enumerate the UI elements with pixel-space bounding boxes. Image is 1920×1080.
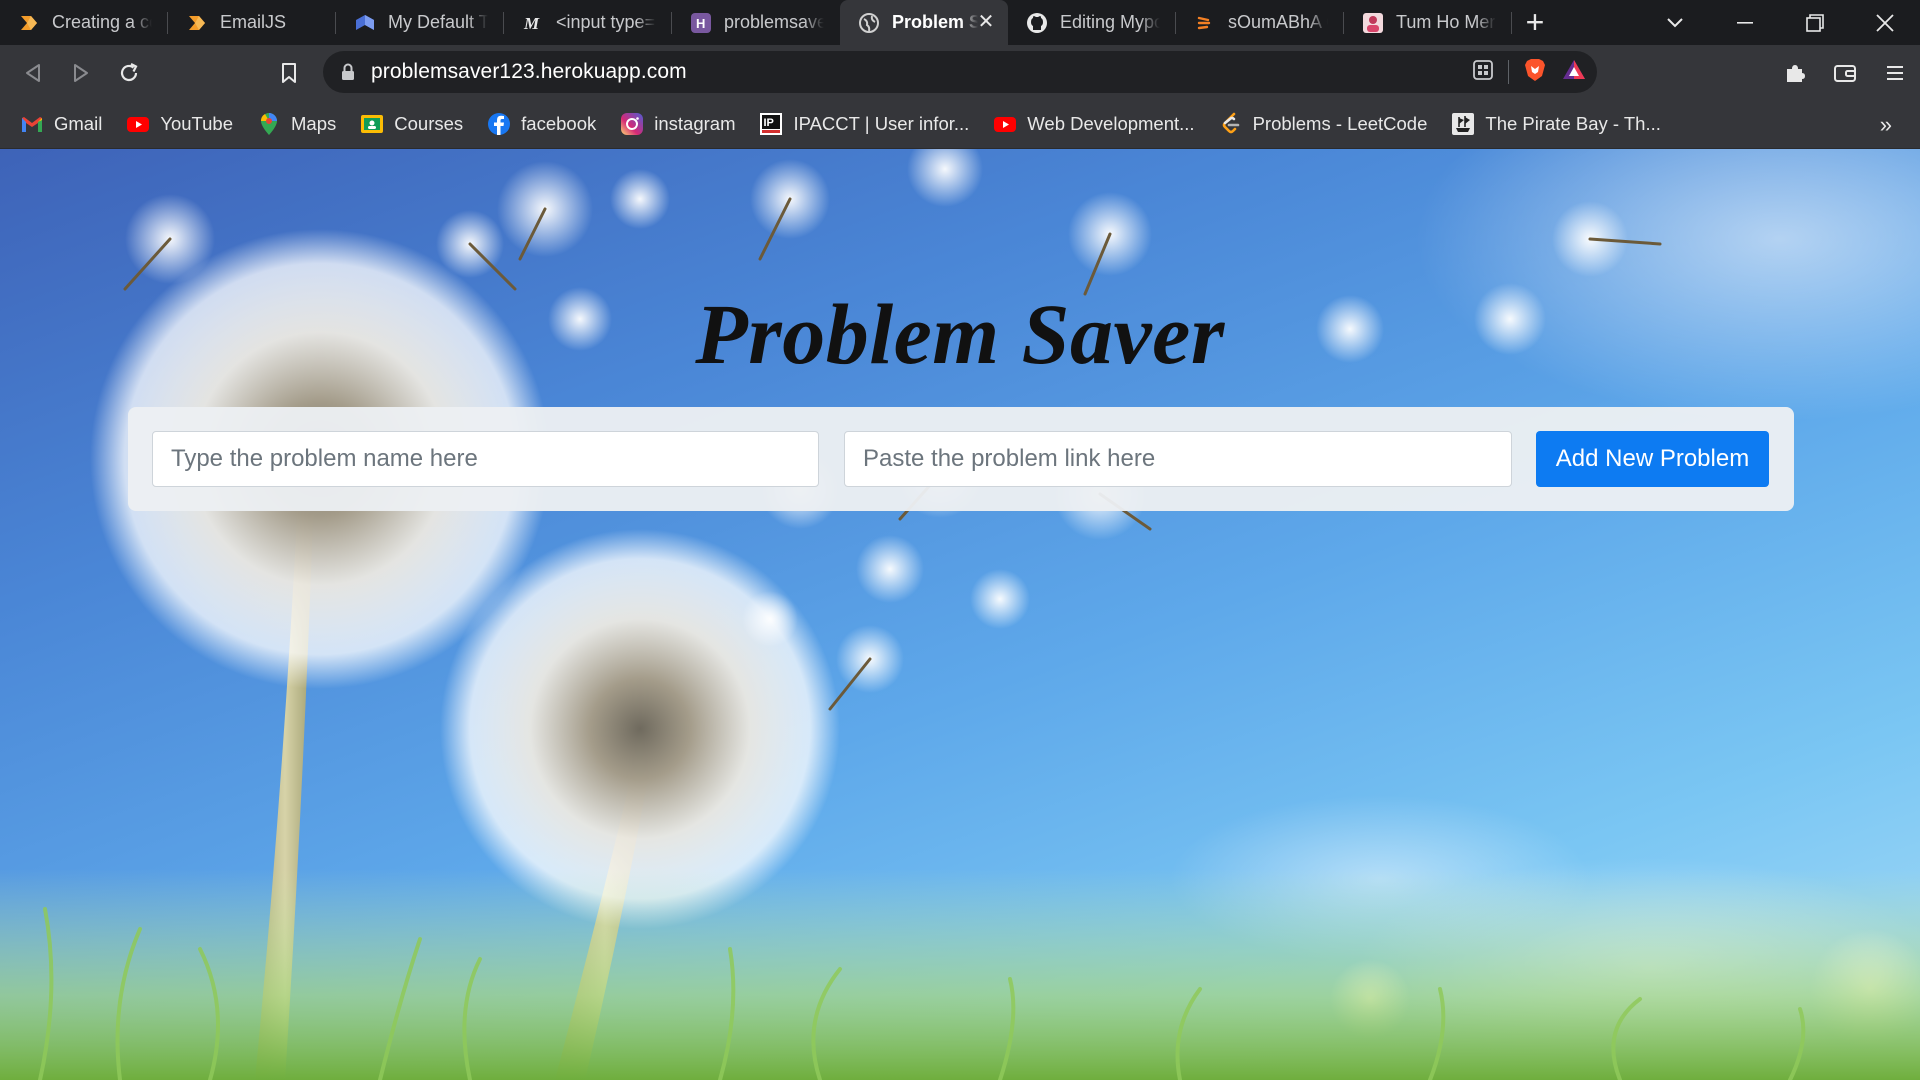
tab-title: Problem S xyxy=(892,12,978,32)
emailjs-logo-icon xyxy=(186,12,208,34)
bookmarks-bar: Gmail YouTube Maps Courses facebook inst… xyxy=(0,100,1920,149)
menu-hamburger-icon[interactable] xyxy=(1870,50,1920,96)
tab-tum-ho-mere[interactable]: Tum Ho Mere xyxy=(1344,0,1512,45)
new-tab-button[interactable]: + xyxy=(1512,0,1558,45)
facebook-icon xyxy=(487,112,511,136)
close-tab-icon[interactable]: ✕ xyxy=(976,12,996,32)
bookmark-label: Courses xyxy=(394,113,464,134)
address-bar[interactable]: problemsaver123.herokuapp.com xyxy=(323,51,1597,93)
tab-search-chevron-icon[interactable] xyxy=(1640,0,1710,45)
bookmark-maps[interactable]: Maps xyxy=(257,112,336,136)
tab-strip: Creating a con EmailJS My Default Te M <… xyxy=(0,0,1920,45)
instagram-icon xyxy=(620,112,644,136)
add-problem-form: Add New Problem xyxy=(128,407,1794,511)
tab-title: problemsaver xyxy=(724,12,824,32)
browser-toolbar: problemsaver123.herokuapp.com xyxy=(0,45,1920,100)
bookmark-facebook[interactable]: facebook xyxy=(487,112,596,136)
omnibox-divider xyxy=(1508,60,1509,84)
tab-editing-myportfolio[interactable]: Editing Mypor xyxy=(1008,0,1176,45)
pirate-ship-icon xyxy=(1451,112,1475,136)
bookmark-pirate-bay[interactable]: The Pirate Bay - Th... xyxy=(1451,112,1661,136)
bookmark-icon[interactable] xyxy=(266,50,312,96)
tab-problem-saver-active[interactable]: Problem S ✕ xyxy=(840,0,1008,45)
bookmark-label: IPACCT | User infor... xyxy=(793,113,970,134)
leetcode-icon xyxy=(1219,112,1243,136)
bookmark-label: Problems - LeetCode xyxy=(1252,113,1428,134)
tab-soumabha-github[interactable]: sOumABhA Gi xyxy=(1176,0,1344,45)
globe-icon xyxy=(858,12,880,34)
lock-icon[interactable] xyxy=(341,63,371,81)
add-new-problem-button[interactable]: Add New Problem xyxy=(1536,431,1769,487)
tab-separator xyxy=(1511,12,1512,34)
bookmark-label: Gmail xyxy=(54,113,103,134)
tab-my-default-template[interactable]: My Default Te xyxy=(336,0,504,45)
maps-pin-icon xyxy=(257,112,281,136)
extensions-area xyxy=(1770,45,1920,100)
brave-rewards-icon[interactable] xyxy=(1561,58,1587,87)
bookmark-youtube[interactable]: YouTube xyxy=(126,112,233,136)
bookmark-label: Maps xyxy=(291,113,337,134)
svg-text:IP: IP xyxy=(764,117,774,129)
tab-title: sOumABhA Gi xyxy=(1228,12,1328,32)
stackoverflow-icon xyxy=(1194,12,1216,34)
url-text[interactable]: problemsaver123.herokuapp.com xyxy=(371,60,687,84)
youtube-icon xyxy=(993,112,1017,136)
tab-title: Creating a con xyxy=(52,12,152,32)
minimize-icon[interactable] xyxy=(1710,0,1780,45)
bookmark-instagram[interactable]: instagram xyxy=(620,112,735,136)
bookmark-web-development[interactable]: Web Development... xyxy=(993,112,1195,136)
restore-icon[interactable] xyxy=(1780,0,1850,45)
tab-title: Tum Ho Mere xyxy=(1396,12,1496,32)
page-viewport: Problem Saver Add New Problem xyxy=(0,149,1920,1080)
avatar-icon xyxy=(1362,12,1384,34)
problem-link-input[interactable] xyxy=(844,431,1512,487)
bookmark-label: YouTube xyxy=(160,113,234,134)
svg-text:H: H xyxy=(696,16,705,31)
tab-creating-contact[interactable]: Creating a con xyxy=(0,0,168,45)
github-icon xyxy=(1026,12,1048,34)
extensions-puzzle-icon[interactable] xyxy=(1770,50,1820,96)
tab-emailjs[interactable]: EmailJS xyxy=(168,0,336,45)
bookmark-label: Web Development... xyxy=(1027,113,1195,134)
qr-code-icon[interactable] xyxy=(1472,59,1494,86)
youtube-icon xyxy=(126,112,150,136)
bookmark-gmail[interactable]: Gmail xyxy=(20,112,102,136)
bookmark-ipacct[interactable]: IP IPACCT | User infor... xyxy=(759,112,969,136)
m-logo-icon: M xyxy=(522,12,544,34)
bookmark-label: instagram xyxy=(654,113,736,134)
tab-input-type[interactable]: M <input type=" xyxy=(504,0,672,45)
window-controls xyxy=(1640,0,1920,45)
wallet-icon[interactable] xyxy=(1820,50,1870,96)
blue-shield-icon xyxy=(354,12,376,34)
svg-text:M: M xyxy=(523,14,540,33)
close-window-icon[interactable] xyxy=(1850,0,1920,45)
emailjs-logo-icon xyxy=(18,12,40,34)
omnibox-actions xyxy=(1472,51,1587,93)
problem-name-input[interactable] xyxy=(152,431,819,487)
forward-arrow-icon[interactable] xyxy=(58,50,104,96)
bookmarks-overflow-chevron[interactable]: » xyxy=(1880,112,1892,138)
bookmark-courses[interactable]: Courses xyxy=(360,112,463,136)
classroom-icon xyxy=(360,112,384,136)
tab-title: Editing Mypor xyxy=(1060,12,1160,32)
reload-icon[interactable] xyxy=(106,50,152,96)
heroku-icon: H xyxy=(690,12,712,34)
tab-title: My Default Te xyxy=(388,12,488,32)
brave-shields-icon[interactable] xyxy=(1523,57,1547,88)
gmail-icon xyxy=(20,112,44,136)
bookmark-label: The Pirate Bay - Th... xyxy=(1485,113,1661,134)
bookmark-leetcode[interactable]: Problems - LeetCode xyxy=(1219,112,1428,136)
bookmark-label: facebook xyxy=(521,113,597,134)
page-title: Problem Saver xyxy=(695,286,1225,382)
tab-title: EmailJS xyxy=(220,12,287,32)
ipacct-icon: IP xyxy=(759,112,783,136)
tab-title: <input type=" xyxy=(556,12,656,32)
back-arrow-icon[interactable] xyxy=(10,50,56,96)
tab-problemsaver-heroku[interactable]: H problemsaver xyxy=(672,0,840,45)
